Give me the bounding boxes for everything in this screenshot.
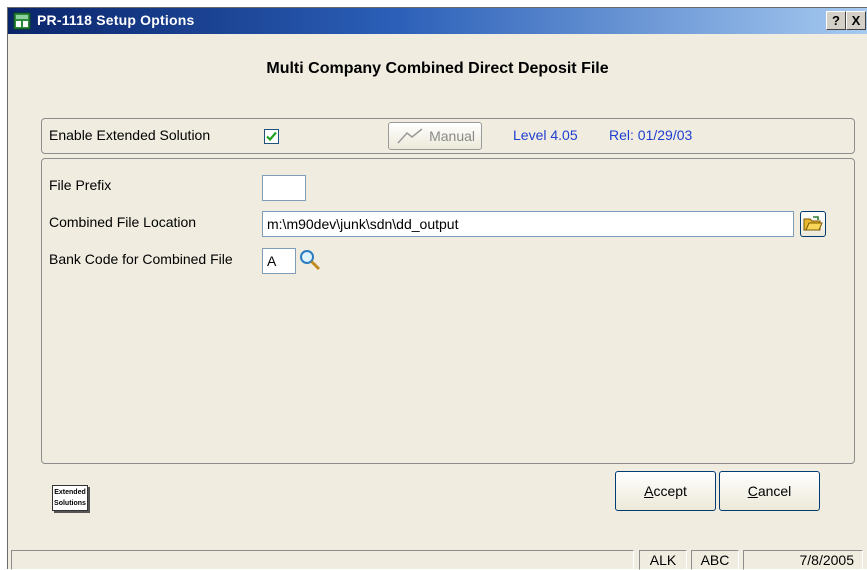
window-title: PR-1118 Setup Options	[37, 12, 195, 28]
enable-extended-label: Enable Extended Solution	[49, 127, 211, 143]
title-bar[interactable]: PR-1118 Setup Options ? X	[8, 8, 867, 34]
settings-panel: File Prefix Combined File Location m:\m9…	[41, 158, 855, 464]
setup-options-window: PR-1118 Setup Options ? X Multi Company …	[7, 7, 867, 570]
lookup-icon[interactable]	[298, 248, 322, 272]
status-bar: ALK ABC 7/8/2005	[8, 549, 867, 570]
app-icon	[13, 12, 31, 30]
enable-extended-checkbox[interactable]	[264, 129, 279, 144]
status-company: ABC	[691, 550, 739, 570]
cancel-accelerator: C	[747, 483, 758, 499]
release-text: Rel: 01/29/03	[609, 127, 693, 143]
cancel-button[interactable]: Cancel	[719, 471, 820, 511]
bank-code-label: Bank Code for Combined File	[49, 251, 233, 267]
checkmark-icon	[266, 131, 277, 142]
cancel-label: ancel	[757, 483, 792, 499]
file-prefix-label: File Prefix	[49, 177, 112, 193]
combined-file-location-input[interactable]: m:\m90dev\junk\sdn\dd_output	[262, 211, 794, 237]
close-button[interactable]: X	[846, 11, 866, 30]
extended-solutions-logo: Extended Solutions	[52, 485, 88, 511]
logo-line-1: Extended	[54, 489, 86, 496]
manual-icon	[397, 128, 423, 144]
status-date: 7/8/2005	[743, 550, 863, 570]
level-text: Level 4.05	[513, 127, 578, 143]
help-button[interactable]: ?	[826, 11, 846, 30]
combined-file-location-label: Combined File Location	[49, 214, 197, 230]
page-title: Multi Company Combined Direct Deposit Fi…	[266, 60, 609, 77]
bank-code-input[interactable]: A	[262, 248, 296, 274]
logo-line-2: Solutions	[54, 500, 86, 507]
extended-solution-panel: Enable Extended Solution Manual Level 4.…	[41, 118, 855, 154]
manual-label: Manual	[429, 128, 475, 144]
manual-button[interactable]: Manual	[388, 122, 482, 150]
browse-folder-button[interactable]	[800, 211, 826, 237]
file-prefix-input[interactable]	[262, 175, 306, 201]
folder-open-icon	[803, 216, 823, 231]
status-message	[11, 550, 634, 570]
accept-button[interactable]: Accept	[615, 471, 716, 511]
accept-label: ccept	[653, 483, 687, 499]
status-user: ALK	[639, 550, 687, 570]
